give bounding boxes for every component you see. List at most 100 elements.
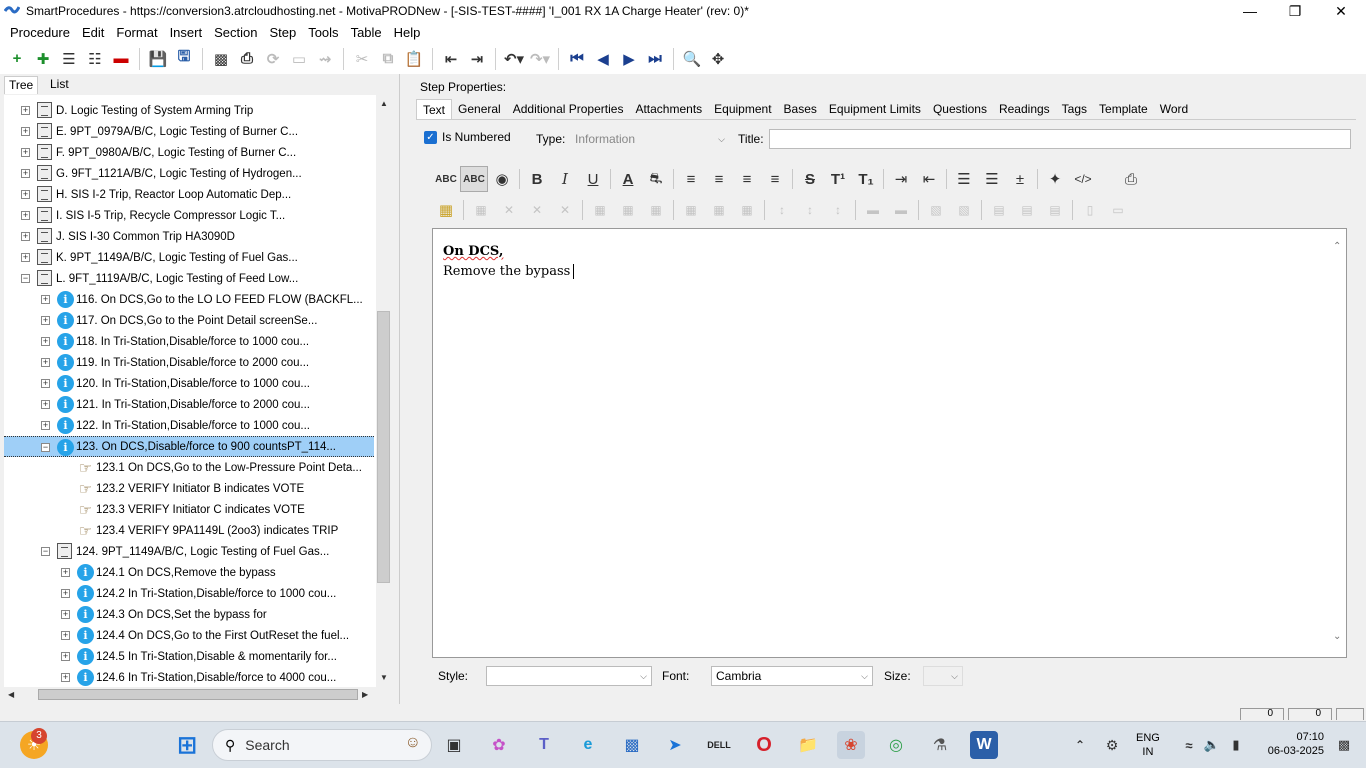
notifications-icon[interactable]: ▩ — [1330, 731, 1358, 759]
tree-node[interactable]: + H. SIS I-2 Trip, Reactor Loop Automatic… — [4, 184, 374, 205]
tree-node[interactable]: + i 120. In Tri-Station,Disable/force to 1… — [4, 373, 374, 394]
tree-node[interactable]: − i 123. On DCS,Disable/force to 900 count… — [4, 436, 374, 457]
type-select[interactable]: Information ⌵ — [570, 129, 730, 149]
col-right-icon[interactable]: ▧ — [950, 197, 978, 223]
first-icon[interactable]: ⏮ — [564, 47, 590, 71]
last-icon[interactable]: ⏭ — [642, 47, 668, 71]
subscript-icon[interactable]: T₁ — [852, 166, 880, 192]
collapse-icon[interactable]: − — [41, 443, 50, 452]
tab-tags[interactable]: Tags — [1056, 99, 1093, 119]
tree-node[interactable]: + i 124.2 In Tri-Station,Disable/force to … — [4, 583, 374, 604]
teams-icon[interactable]: T — [530, 731, 558, 759]
web-icon[interactable]: ◉ — [488, 166, 516, 192]
language-indicator[interactable]: ENG IN — [1136, 731, 1160, 759]
chevron-up-icon[interactable]: ⌃ — [1333, 241, 1341, 252]
tree-node[interactable]: + i 124.6 In Tri-Station,Disable/force to … — [4, 667, 374, 687]
scroll-up-icon[interactable]: ▲ — [380, 99, 388, 108]
tree-node[interactable]: − L. 9FT_1119A/B/C, Logic Testing of Feed… — [4, 268, 374, 289]
smartprocedures-taskbar-icon[interactable]: ❀ — [837, 731, 865, 759]
tab-equipment-limits[interactable]: Equipment Limits — [823, 99, 927, 119]
expand-icon[interactable]: + — [21, 148, 30, 157]
align-top-icon[interactable]: ▤ — [985, 197, 1013, 223]
save-icon[interactable]: 🖫 — [171, 47, 197, 71]
insert-column-icon[interactable]: ▦ — [733, 197, 761, 223]
chevron-up-icon[interactable]: ⌃ — [1066, 731, 1094, 759]
strikethrough-icon[interactable]: S — [796, 166, 824, 192]
menu-section[interactable]: Section — [208, 22, 263, 43]
insert-row-above-icon[interactable]: ▦ — [677, 197, 705, 223]
start-icon[interactable]: ⊞ — [173, 731, 201, 759]
align-left-icon[interactable]: ≡ — [677, 166, 705, 192]
print-icon[interactable]: ⎙ — [234, 47, 260, 71]
section-icon[interactable]: ☰ — [56, 47, 82, 71]
cut-icon[interactable]: ✂ — [349, 47, 375, 71]
insert-row-below-icon[interactable]: ▦ — [705, 197, 733, 223]
close-icon[interactable]: ✕ — [1318, 0, 1364, 22]
tree-node[interactable]: + i 116. On DCS,Go to the LO LO FEED FLOW … — [4, 289, 374, 310]
textbox-icon[interactable]: ▭ — [1104, 197, 1132, 223]
table-properties-icon[interactable]: ▦ — [467, 197, 495, 223]
opera-icon[interactable]: O — [750, 731, 778, 759]
highlight-icon[interactable]: ⛐ — [642, 166, 670, 192]
tree-node[interactable]: + i 124.1 On DCS,Remove the bypass — [4, 562, 374, 583]
menu-procedure[interactable]: Procedure — [4, 22, 76, 43]
decrease-indent-icon[interactable]: ⇤ — [915, 166, 943, 192]
tab-text[interactable]: Text — [416, 99, 453, 119]
task-view-icon[interactable]: ▣ — [440, 731, 468, 759]
insert-table-icon[interactable]: ▦ — [432, 197, 460, 223]
expand-icon[interactable]: + — [41, 400, 50, 409]
scroll-right-icon[interactable]: ▶ — [362, 690, 368, 699]
tree-vertical-scrollbar[interactable]: ▲ ▼ — [376, 95, 391, 687]
tab-word[interactable]: Word — [1154, 99, 1194, 119]
undo-icon[interactable]: ↶▾ — [501, 47, 527, 71]
tree-node[interactable]: ☞ 123.2 VERIFY Initiator B indicates VOTE — [4, 478, 374, 499]
title-input[interactable] — [769, 129, 1351, 149]
expand-icon[interactable]: + — [41, 316, 50, 325]
expand-icon[interactable]: + — [61, 568, 70, 577]
expand-icon[interactable]: + — [21, 169, 30, 178]
merge-cells-icon[interactable]: ▦ — [614, 197, 642, 223]
remote-desktop-icon[interactable]: ⚗ — [926, 731, 954, 759]
panel-splitter[interactable] — [399, 74, 405, 704]
delete-row-icon[interactable]: ✕ — [523, 197, 551, 223]
edge-icon[interactable]: e — [574, 731, 602, 759]
expand-icon[interactable]: + — [41, 295, 50, 304]
expand-icon[interactable]: + — [21, 253, 30, 262]
tree-node[interactable]: + i 124.3 On DCS,Set the bypass for — [4, 604, 374, 625]
menu-insert[interactable]: Insert — [164, 22, 209, 43]
expand-icon[interactable]: + — [21, 190, 30, 199]
network-status-icon[interactable]: ⚙ — [1098, 731, 1126, 759]
link-icon[interactable]: ⇝ — [312, 47, 338, 71]
menu-table[interactable]: Table — [345, 22, 388, 43]
add-icon[interactable]: + — [4, 47, 30, 71]
increase-indent-icon[interactable]: ⇥ — [887, 166, 915, 192]
paste-icon[interactable]: 📋 — [401, 47, 427, 71]
subsection-icon[interactable]: ☷ — [82, 47, 108, 71]
font-select[interactable]: Cambria ⌵ — [711, 666, 873, 686]
tree-node[interactable]: + D. Logic Testing of System Arming Trip — [4, 100, 374, 121]
tree-node[interactable]: + i 119. In Tri-Station,Disable/force to 2… — [4, 352, 374, 373]
collapse-icon[interactable]: − — [41, 547, 50, 556]
tree-node[interactable]: − 124. 9PT_1149A/B/C, Logic Testing of Fu… — [4, 541, 374, 562]
delete-icon[interactable]: ▬ — [108, 47, 134, 71]
align-right-icon[interactable]: ≡ — [733, 166, 761, 192]
underline-icon[interactable]: U — [579, 166, 607, 192]
store-icon[interactable]: ▩ — [618, 731, 646, 759]
expand-icon[interactable]: + — [41, 358, 50, 367]
tree-node[interactable]: + i 124.5 In Tri-Station,Disable & momenta… — [4, 646, 374, 667]
chevron-down-icon[interactable]: ⌄ — [1333, 631, 1341, 642]
scroll-thumb[interactable] — [377, 311, 390, 583]
is-numbered-checkbox[interactable]: ✓ — [424, 130, 437, 144]
scroll-down-icon[interactable]: ▼ — [380, 673, 388, 682]
battery-icon[interactable]: ▮ — [1222, 731, 1250, 759]
menu-step[interactable]: Step — [263, 22, 302, 43]
style-select[interactable]: ⌵ — [486, 666, 652, 686]
row-icon[interactable]: ▬ — [859, 197, 887, 223]
horizontal-rule-icon[interactable]: ± — [1006, 166, 1034, 192]
numbered-list-icon[interactable]: ☰ — [978, 166, 1006, 192]
cell-properties-icon[interactable]: ▦ — [586, 197, 614, 223]
bullet-list-icon[interactable]: ☰ — [950, 166, 978, 192]
align-center-icon[interactable]: ≡ — [705, 166, 733, 192]
expand-icon[interactable]: + — [21, 232, 30, 241]
tree-node[interactable]: + i 117. On DCS,Go to the Point Detail scr… — [4, 310, 374, 331]
